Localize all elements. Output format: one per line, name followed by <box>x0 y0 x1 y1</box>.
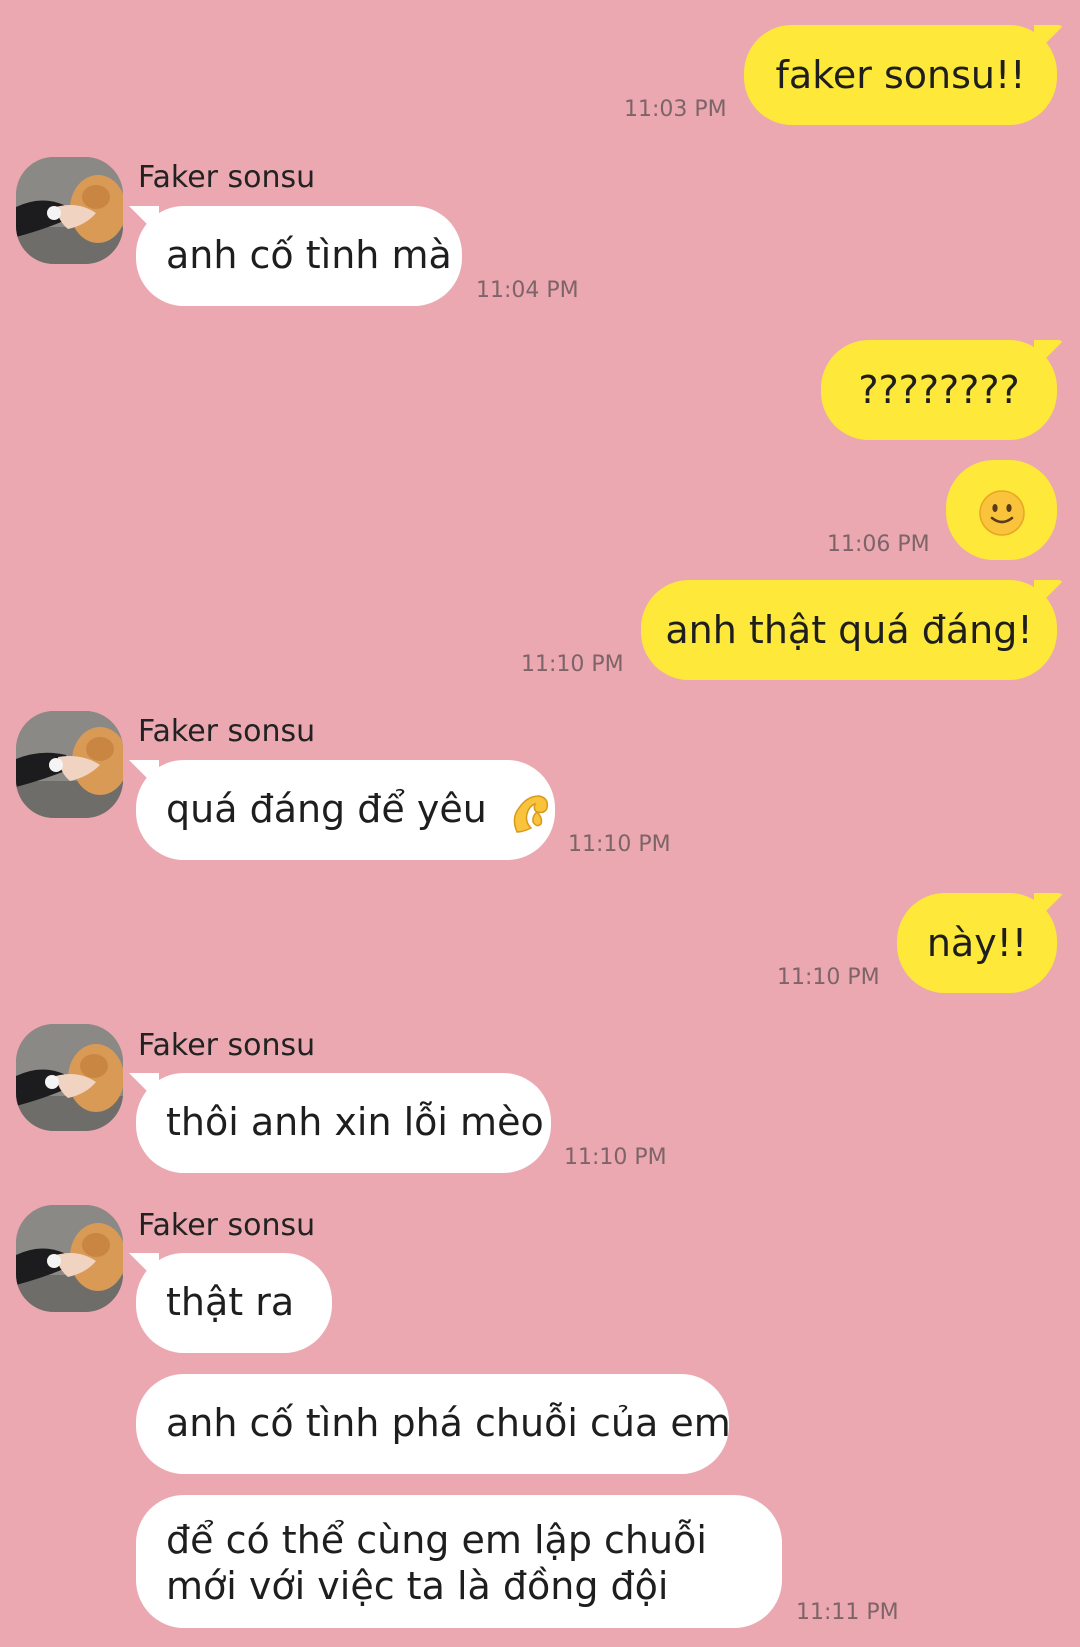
message-text: ???????? <box>858 368 1020 412</box>
cat-photo-icon <box>16 1024 123 1131</box>
message-timestamp: 11:03 PM <box>624 97 727 122</box>
pinching-hand-emoji <box>513 794 548 833</box>
message-timestamp: 11:04 PM <box>476 278 579 303</box>
cat-photo-icon <box>16 157 123 264</box>
message-bubble-sent[interactable]: ???????? <box>821 340 1057 440</box>
message-text: quá đáng để yêu <box>166 787 487 831</box>
message-bubble-sent[interactable]: này!! <box>897 893 1057 993</box>
message-text: anh thật quá đáng! <box>665 608 1033 652</box>
message-timestamp: 11:10 PM <box>568 832 671 857</box>
message-bubble-received[interactable]: để có thể cùng em lập chuỗi mới với việc… <box>136 1495 782 1628</box>
message-timestamp: 11:11 PM <box>796 1600 899 1625</box>
message-text: anh cố tình mà <box>166 233 452 277</box>
message-bubble-received[interactable]: thôi anh xin lỗi mèo <box>136 1073 551 1173</box>
message-text: thôi anh xin lỗi mèo <box>166 1100 544 1144</box>
contact-avatar[interactable] <box>16 1024 123 1131</box>
message-bubble-received[interactable]: thật ra <box>136 1253 332 1353</box>
message-text: thật ra <box>166 1280 295 1324</box>
message-timestamp: 11:10 PM <box>564 1145 667 1170</box>
cat-photo-icon <box>16 1205 123 1312</box>
message-bubble-received[interactable]: anh cố tình phá chuỗi của em <box>136 1374 731 1474</box>
contact-avatar[interactable] <box>16 711 123 818</box>
message-bubble-sent[interactable]: faker sonsu!! <box>744 25 1057 125</box>
slightly-smiling-face-emoji <box>978 489 1025 536</box>
message-timestamp: 11:10 PM <box>521 652 624 677</box>
message-bubble-received[interactable]: quá đáng để yêu <box>136 760 555 860</box>
contact-name: Faker sonsu <box>138 160 316 195</box>
message-text: anh cố tình phá chuỗi của em <box>166 1401 731 1445</box>
contact-name: Faker sonsu <box>138 1028 316 1063</box>
contact-name: Faker sonsu <box>138 714 316 749</box>
message-timestamp: 11:06 PM <box>827 532 930 557</box>
message-bubble-received[interactable]: anh cố tình mà <box>136 206 462 306</box>
message-text: để có thể cùng em lập chuỗi mới với việc… <box>166 1518 707 1608</box>
message-timestamp: 11:10 PM <box>777 965 880 990</box>
cat-photo-icon <box>16 711 123 818</box>
message-bubble-sent[interactable] <box>946 460 1057 560</box>
contact-avatar[interactable] <box>16 157 123 264</box>
contact-avatar[interactable] <box>16 1205 123 1312</box>
message-text: này!! <box>926 921 1028 965</box>
message-bubble-sent[interactable]: anh thật quá đáng! <box>641 580 1057 680</box>
message-text: faker sonsu!! <box>775 53 1026 97</box>
contact-name: Faker sonsu <box>138 1208 316 1243</box>
